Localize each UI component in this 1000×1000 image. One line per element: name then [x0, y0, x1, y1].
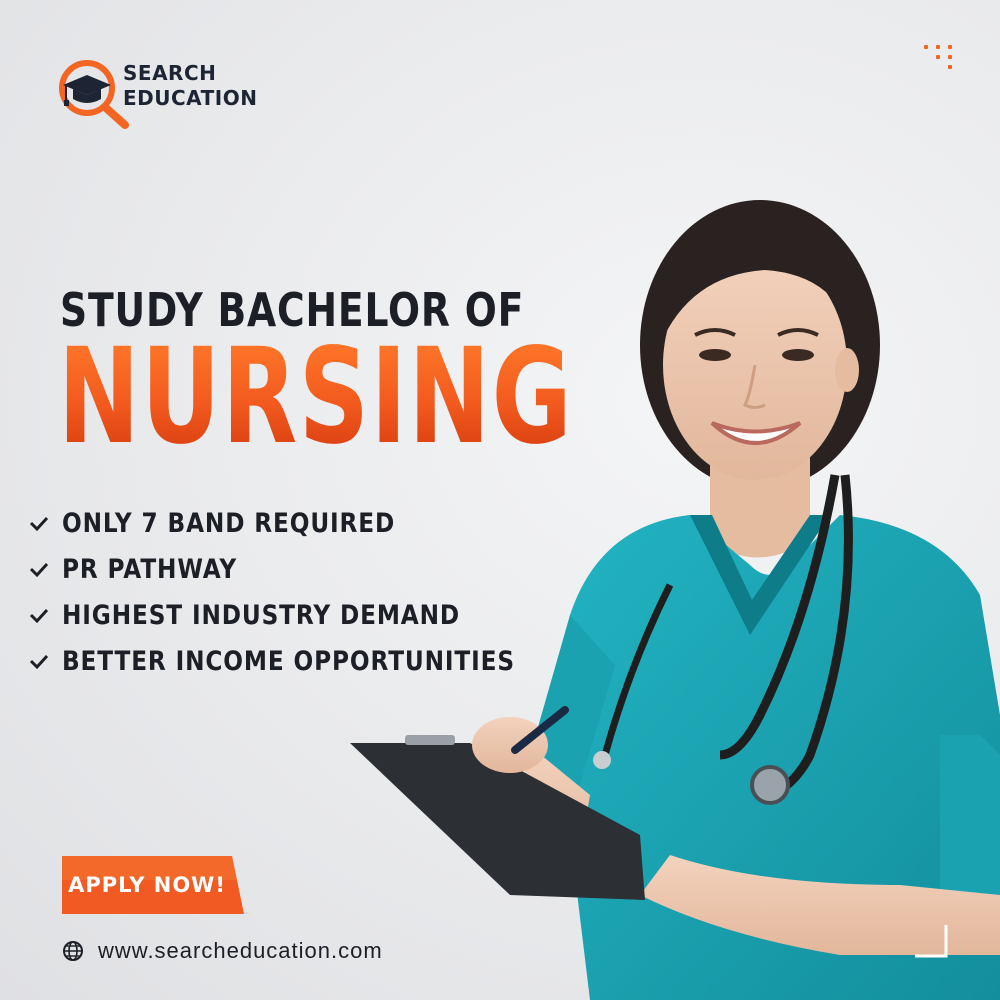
brand-line1: SEARCH	[123, 61, 217, 85]
corner-bracket-decoration	[915, 925, 948, 958]
brand-logo[interactable]: SEARCH EDUCATION	[55, 55, 257, 130]
feature-label: PR PATHWAY	[62, 553, 238, 585]
globe-icon	[63, 941, 83, 961]
apply-now-label: APPLY NOW!	[68, 873, 226, 897]
website-url: www.searcheducation.com	[98, 938, 383, 963]
check-icon	[29, 654, 49, 670]
feature-label: ONLY 7 BAND REQUIRED	[62, 507, 396, 539]
list-item: ONLY 7 BAND REQUIRED	[28, 500, 589, 546]
headline-title: NURSING	[58, 320, 574, 474]
check-icon	[29, 562, 49, 578]
list-item: PR PATHWAY	[28, 546, 589, 592]
feature-label: BETTER INCOME OPPORTUNITIES	[62, 645, 515, 677]
brand-line2: EDUCATION	[123, 86, 258, 110]
check-icon	[29, 516, 49, 532]
apply-now-button[interactable]: APPLY NOW!	[62, 856, 252, 914]
list-item: HIGHEST INDUSTRY DEMAND	[28, 592, 589, 638]
website-link[interactable]: www.searcheducation.com	[62, 938, 383, 964]
check-icon	[29, 608, 49, 624]
list-item: BETTER INCOME OPPORTUNITIES	[28, 638, 589, 684]
decorative-dots	[924, 45, 956, 73]
feature-label: HIGHEST INDUSTRY DEMAND	[62, 599, 461, 631]
brand-wordmark: SEARCH EDUCATION	[123, 61, 257, 111]
feature-list: ONLY 7 BAND REQUIRED PR PATHWAY HIGHEST …	[28, 500, 589, 684]
nursing-ad-banner: SEARCH EDUCATION STUDY BACHELOR OF NURSI…	[0, 0, 1000, 1000]
